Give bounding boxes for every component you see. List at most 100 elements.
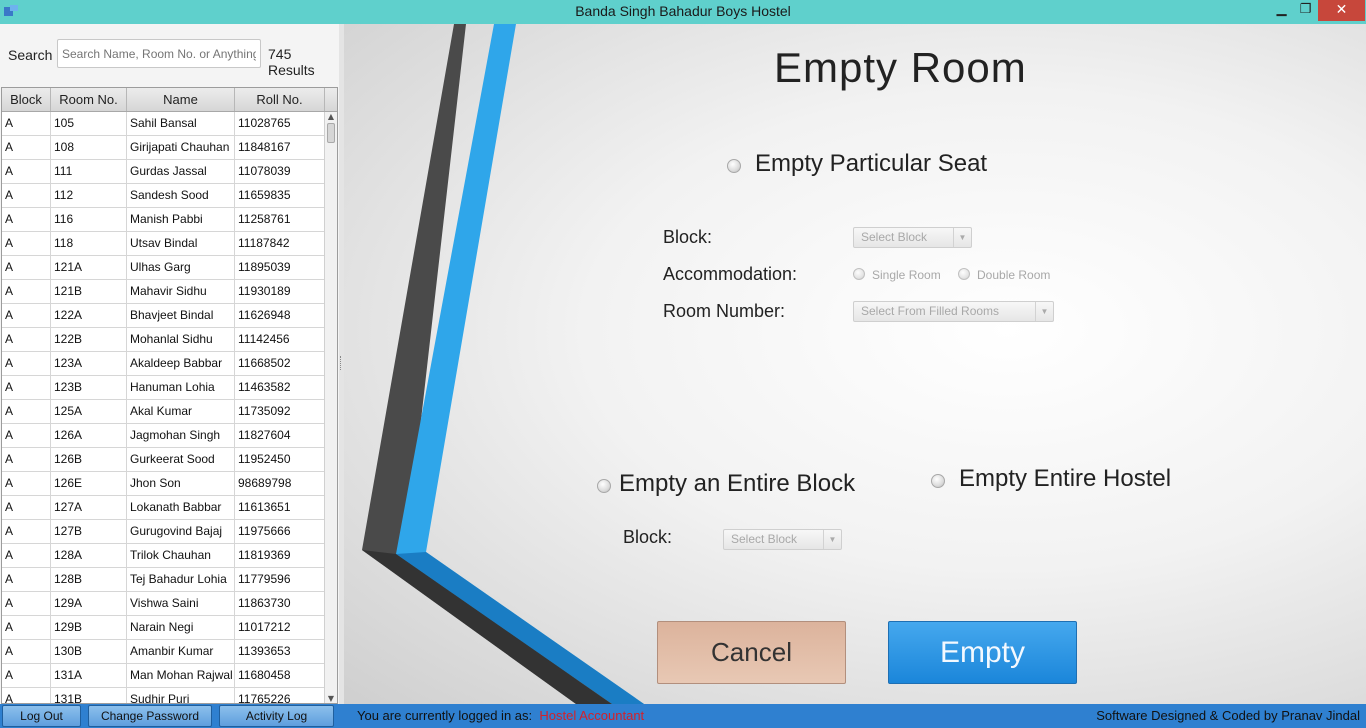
decorative-stripes	[362, 24, 644, 704]
empty-button[interactable]: Empty	[888, 621, 1077, 684]
minimize-icon: ▁	[1276, 2, 1287, 17]
cell-room-no: 129B	[51, 616, 127, 639]
cell-room-no: 121B	[51, 280, 127, 303]
table-scrollbar[interactable]: ▲ ▼	[324, 112, 337, 703]
minimize-button[interactable]: ▁	[1268, 0, 1295, 21]
activity-log-button[interactable]: Activity Log	[219, 705, 334, 727]
table-row[interactable]: A 121B Mahavir Sidhu 11930189	[2, 280, 325, 304]
table-row[interactable]: A 131A Man Mohan Rajwal 11680458	[2, 664, 325, 688]
table-row[interactable]: A 128A Trilok Chauhan 11819369	[2, 544, 325, 568]
column-header-block[interactable]: Block	[2, 88, 51, 111]
cell-block: A	[2, 256, 51, 279]
cell-roll-no: 11613651	[235, 496, 325, 519]
cell-roll-no: 11819369	[235, 544, 325, 567]
restore-button[interactable]: ❐	[1292, 0, 1319, 21]
cell-name: Jagmohan Singh	[127, 424, 235, 447]
column-header-name[interactable]: Name	[127, 88, 235, 111]
block-select[interactable]: Select Block ▼	[853, 227, 972, 248]
table-row[interactable]: A 111 Gurdas Jassal 11078039	[2, 160, 325, 184]
cell-block: A	[2, 160, 51, 183]
table-row[interactable]: A 127B Gurugovind Bajaj 11975666	[2, 520, 325, 544]
chevron-down-icon: ▼	[953, 228, 971, 247]
radio-empty-particular-seat[interactable]	[727, 159, 741, 173]
cell-name: Tej Bahadur Lohia	[127, 568, 235, 591]
cell-block: A	[2, 208, 51, 231]
search-input[interactable]	[57, 39, 261, 68]
cell-roll-no: 11187842	[235, 232, 325, 255]
table-row[interactable]: A 122A Bhavjeet Bindal 11626948	[2, 304, 325, 328]
cell-room-no: 122B	[51, 328, 127, 351]
cell-room-no: 126E	[51, 472, 127, 495]
table-row[interactable]: A 129B Narain Negi 11017212	[2, 616, 325, 640]
table-row[interactable]: A 128B Tej Bahadur Lohia 11779596	[2, 568, 325, 592]
table-row[interactable]: A 123A Akaldeep Babbar 11668502	[2, 352, 325, 376]
scroll-down-icon[interactable]: ▼	[325, 694, 337, 703]
cell-roll-no: 11017212	[235, 616, 325, 639]
status-bar: Log Out Change Password Activity Log You…	[0, 704, 1366, 728]
table-row[interactable]: A 108 Girijapati Chauhan 11848167	[2, 136, 325, 160]
cell-name: Amanbir Kumar	[127, 640, 235, 663]
table-body: A 105 Sahil Bansal 11028765 A 108 Girijapati C…	[2, 112, 325, 703]
cell-roll-no: 11735092	[235, 400, 325, 423]
students-table[interactable]: Block Room No. Name Roll No. A 105 Sahil B…	[1, 87, 338, 704]
radio-empty-entire-block[interactable]	[597, 479, 611, 493]
table-row[interactable]: A 130B Amanbir Kumar 11393653	[2, 640, 325, 664]
double-room-label: Double Room	[977, 268, 1051, 282]
table-row[interactable]: A 123B Hanuman Lohia 11463582	[2, 376, 325, 400]
close-button[interactable]: ✕	[1318, 0, 1365, 21]
table-row[interactable]: A 121A Ulhas Garg 11895039	[2, 256, 325, 280]
table-row[interactable]: A 126B Gurkeerat Sood 11952450	[2, 448, 325, 472]
cell-room-no: 129A	[51, 592, 127, 615]
logout-button[interactable]: Log Out	[2, 705, 81, 727]
table-row[interactable]: A 116 Manish Pabbi 11258761	[2, 208, 325, 232]
table-row[interactable]: A 125A Akal Kumar 11735092	[2, 400, 325, 424]
cell-block: A	[2, 544, 51, 567]
cell-block: A	[2, 232, 51, 255]
column-header-roll-no[interactable]: Roll No.	[235, 88, 325, 111]
cell-room-no: 127B	[51, 520, 127, 543]
table-row[interactable]: A 129A Vishwa Saini 11863730	[2, 592, 325, 616]
cell-name: Trilok Chauhan	[127, 544, 235, 567]
cell-block: A	[2, 496, 51, 519]
cell-room-no: 131A	[51, 664, 127, 687]
scroll-up-icon[interactable]: ▲	[325, 112, 337, 122]
table-row[interactable]: A 118 Utsav Bindal 11187842	[2, 232, 325, 256]
radio-double-room[interactable]	[958, 268, 970, 280]
table-row[interactable]: A 126A Jagmohan Singh 11827604	[2, 424, 325, 448]
option-label-entire-hostel: Empty Entire Hostel	[959, 465, 1172, 492]
cell-block: A	[2, 328, 51, 351]
single-room-label: Single Room	[872, 268, 941, 282]
option-label-entire-block: Empty an Entire Block	[619, 470, 856, 497]
cell-name: Gurugovind Bajaj	[127, 520, 235, 543]
table-row[interactable]: A 127A Lokanath Babbar 11613651	[2, 496, 325, 520]
change-password-button[interactable]: Change Password	[88, 705, 212, 727]
cell-roll-no: 11848167	[235, 136, 325, 159]
cell-block: A	[2, 112, 51, 135]
cancel-button[interactable]: Cancel	[657, 621, 846, 684]
cell-block: A	[2, 352, 51, 375]
cell-roll-no: 11779596	[235, 568, 325, 591]
room-number-select[interactable]: Select From Filled Rooms ▼	[853, 301, 1054, 322]
cell-block: A	[2, 280, 51, 303]
scroll-thumb[interactable]	[327, 123, 335, 143]
cell-roll-no: 11659835	[235, 184, 325, 207]
radio-single-room[interactable]	[853, 268, 865, 280]
cell-roll-no: 11626948	[235, 304, 325, 327]
cell-roll-no: 11863730	[235, 592, 325, 615]
cell-roll-no: 11765226	[235, 688, 325, 703]
entire-block-select[interactable]: Select Block ▼	[723, 529, 842, 550]
cell-name: Hanuman Lohia	[127, 376, 235, 399]
table-row[interactable]: A 131B Sudhir Puri 11765226	[2, 688, 325, 703]
table-row[interactable]: A 122B Mohanlal Sidhu 11142456	[2, 328, 325, 352]
table-row[interactable]: A 105 Sahil Bansal 11028765	[2, 112, 325, 136]
table-row[interactable]: A 112 Sandesh Sood 11659835	[2, 184, 325, 208]
cell-name: Akal Kumar	[127, 400, 235, 423]
cell-room-no: 112	[51, 184, 127, 207]
column-header-room-no[interactable]: Room No.	[51, 88, 127, 111]
table-row[interactable]: A 126E Jhon Son 98689798	[2, 472, 325, 496]
cell-roll-no: 11975666	[235, 520, 325, 543]
cell-room-no: 116	[51, 208, 127, 231]
cell-roll-no: 11680458	[235, 664, 325, 687]
radio-empty-entire-hostel[interactable]	[931, 474, 945, 488]
cell-block: A	[2, 376, 51, 399]
